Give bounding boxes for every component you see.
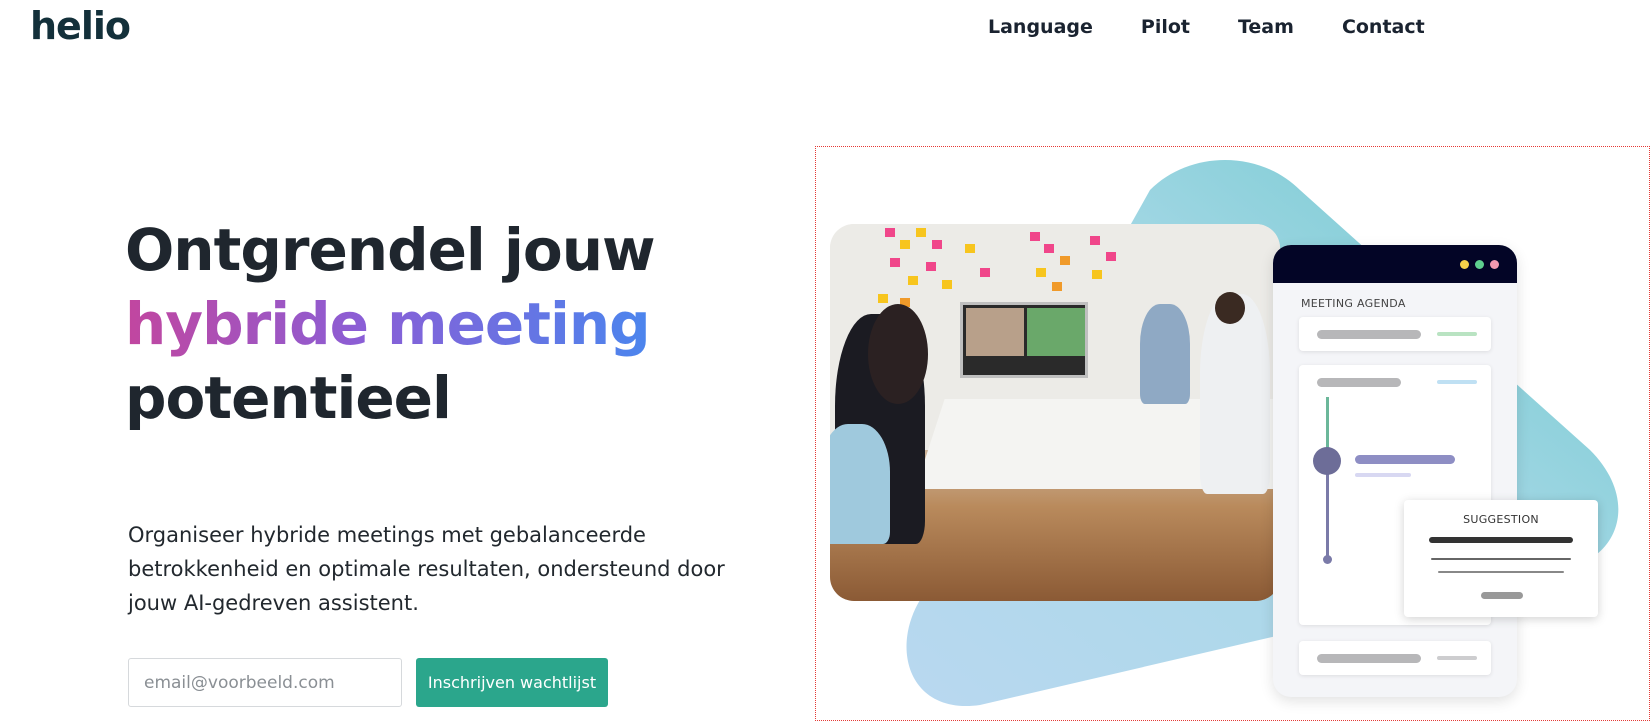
agenda-title: MEETING AGENDA <box>1301 297 1406 310</box>
suggestion-card: SUGGESTION <box>1404 500 1598 617</box>
meeting-agenda-panel: MEETING AGENDA <box>1273 245 1517 697</box>
agenda-window-bar <box>1273 245 1517 283</box>
suggestion-title: SUGGESTION <box>1463 513 1539 526</box>
agenda-item <box>1299 317 1491 351</box>
video-call-screen <box>960 302 1088 378</box>
meeting-room-photo <box>830 224 1280 601</box>
agenda-item <box>1299 641 1491 675</box>
